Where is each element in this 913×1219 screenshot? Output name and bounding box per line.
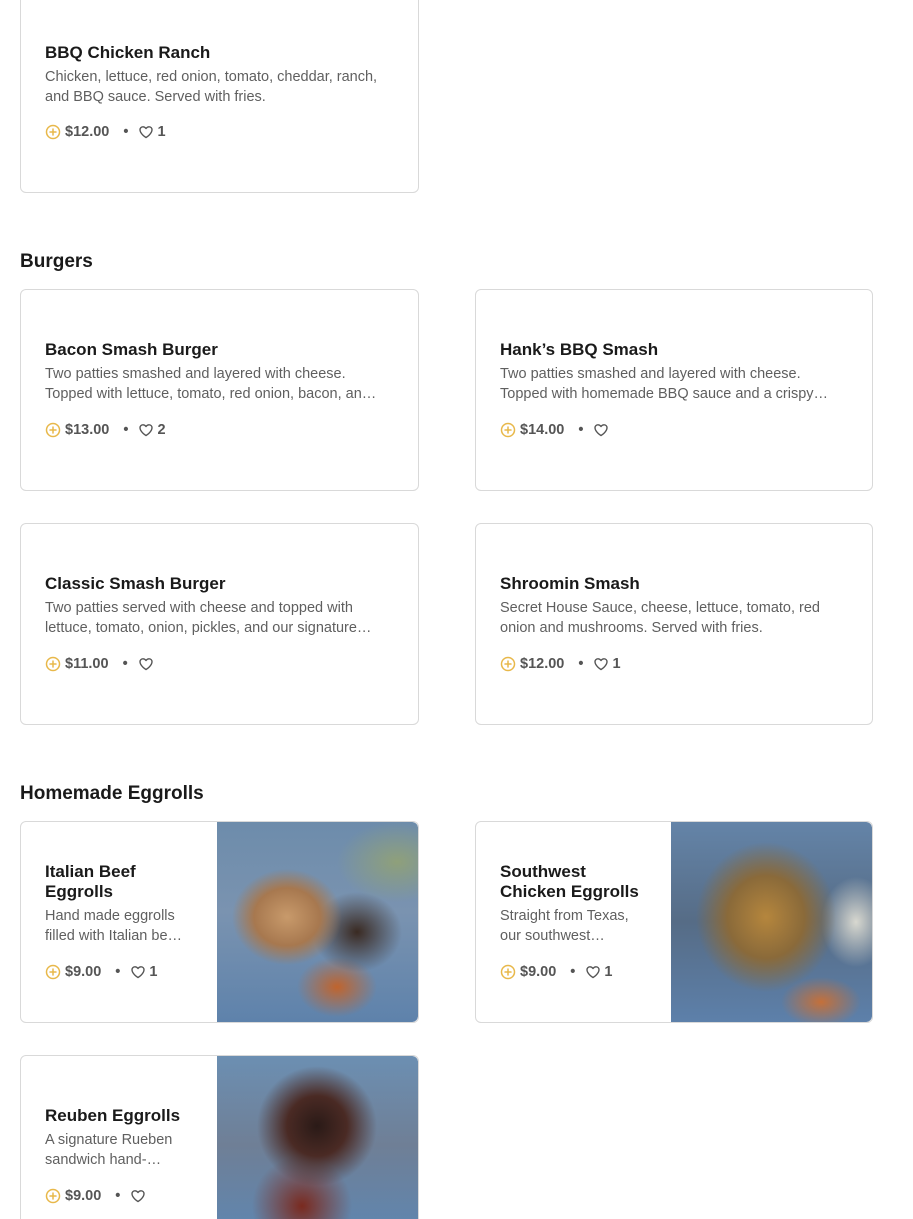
separator: • xyxy=(570,964,576,980)
item-title: Bacon Smash Burger xyxy=(45,340,218,359)
plus-circle-icon xyxy=(500,656,516,672)
item-meta: $9.00 • 1 xyxy=(500,962,612,982)
separator: • xyxy=(122,656,128,672)
menu-item-card-reuben-eggrolls[interactable]: Reuben Eggrolls A signature Rueben sandw… xyxy=(20,1055,419,1219)
separator: • xyxy=(115,964,121,980)
menu-item-card-italian-beef-eggrolls[interactable]: Italian Beef Eggrolls Hand made eggrolls… xyxy=(20,821,419,1023)
item-price: $12.00 xyxy=(65,124,110,140)
item-photo xyxy=(217,1056,418,1219)
item-price: $14.00 xyxy=(520,422,565,438)
menu-item-card-bacon-smash[interactable]: Bacon Smash Burger Two patties smashed a… xyxy=(20,289,419,491)
item-description: Chicken, lettuce, red onion, tomato, che… xyxy=(45,69,378,105)
menu-item-card-classic-smash[interactable]: Classic Smash Burger Two patties served … xyxy=(20,523,419,725)
item-price: $9.00 xyxy=(65,1188,102,1204)
heart-outline-icon[interactable] xyxy=(593,422,609,438)
item-title: Southwest Chicken Eggrolls xyxy=(500,862,639,901)
item-photo xyxy=(217,822,418,1022)
plus-circle-icon xyxy=(500,964,516,980)
like-count: 2 xyxy=(157,422,166,438)
item-description: Two patties smashed and layered with che… xyxy=(500,366,829,402)
item-meta: $12.00 • 1 xyxy=(500,654,621,674)
item-description: A signature Rueben sandwich hand-… xyxy=(45,1132,173,1168)
menu-item-card-bbq-chicken-ranch[interactable]: BBQ Chicken Ranch Chicken, lettuce, red … xyxy=(20,0,419,193)
item-meta: $13.00 • 2 xyxy=(45,420,166,440)
separator: • xyxy=(578,422,584,438)
heart-outline-icon[interactable] xyxy=(585,964,601,980)
item-meta: $11.00 • xyxy=(45,654,157,674)
item-title: Hank’s BBQ Smash xyxy=(500,340,659,359)
menu-page: BBQ Chicken Ranch Chicken, lettuce, red … xyxy=(0,0,913,1219)
section-title-burgers: Burgers xyxy=(20,251,93,272)
like-count: 1 xyxy=(604,964,613,980)
item-title: Shroomin Smash xyxy=(500,574,640,593)
like-count: 1 xyxy=(149,964,158,980)
plus-circle-icon xyxy=(45,656,61,672)
heart-outline-icon[interactable] xyxy=(130,964,146,980)
heart-outline-icon[interactable] xyxy=(138,124,154,140)
item-photo xyxy=(671,822,872,1022)
plus-circle-icon xyxy=(45,124,61,140)
item-title: BBQ Chicken Ranch xyxy=(45,43,211,62)
item-meta: $12.00 • 1 xyxy=(45,122,166,142)
item-title: Italian Beef Eggrolls xyxy=(45,862,136,901)
heart-outline-icon[interactable] xyxy=(138,422,154,438)
separator: • xyxy=(123,124,129,140)
item-meta: $9.00 • xyxy=(45,1186,149,1206)
separator: • xyxy=(123,422,129,438)
plus-circle-icon xyxy=(500,422,516,438)
item-description: Hand made eggrolls filled with Italian b… xyxy=(45,908,183,944)
item-title: Classic Smash Burger xyxy=(45,574,226,593)
item-description: Secret House Sauce, cheese, lettuce, tom… xyxy=(500,600,820,636)
item-price: $9.00 xyxy=(520,964,557,980)
separator: • xyxy=(578,656,584,672)
menu-item-card-shroomin-smash[interactable]: Shroomin Smash Secret House Sauce, chees… xyxy=(475,523,873,725)
plus-circle-icon xyxy=(45,422,61,438)
item-meta: $9.00 • 1 xyxy=(45,962,157,982)
menu-item-card-hanks-bbq-smash[interactable]: Hank’s BBQ Smash Two patties smashed and… xyxy=(475,289,873,491)
plus-circle-icon xyxy=(45,964,61,980)
item-description: Two patties served with cheese and toppe… xyxy=(45,600,372,636)
heart-outline-icon[interactable] xyxy=(138,656,154,672)
item-meta: $14.00 • xyxy=(500,420,612,440)
item-price: $11.00 xyxy=(65,656,109,672)
item-description: Two patties smashed and layered with che… xyxy=(45,366,377,402)
item-title: Reuben Eggrolls xyxy=(45,1106,181,1125)
item-price: $9.00 xyxy=(65,964,102,980)
separator: • xyxy=(115,1188,121,1204)
section-title-eggrolls: Homemade Eggrolls xyxy=(20,783,204,804)
item-price: $13.00 xyxy=(65,422,110,438)
heart-outline-icon[interactable] xyxy=(593,656,609,672)
item-price: $12.00 xyxy=(520,656,565,672)
like-count: 1 xyxy=(612,656,621,672)
like-count: 1 xyxy=(157,124,166,140)
plus-circle-icon xyxy=(45,1188,61,1204)
heart-outline-icon[interactable] xyxy=(130,1188,146,1204)
menu-item-card-southwest-eggrolls[interactable]: Southwest Chicken Eggrolls Straight from… xyxy=(475,821,873,1023)
item-description: Straight from Texas, our southwest… xyxy=(500,908,629,944)
